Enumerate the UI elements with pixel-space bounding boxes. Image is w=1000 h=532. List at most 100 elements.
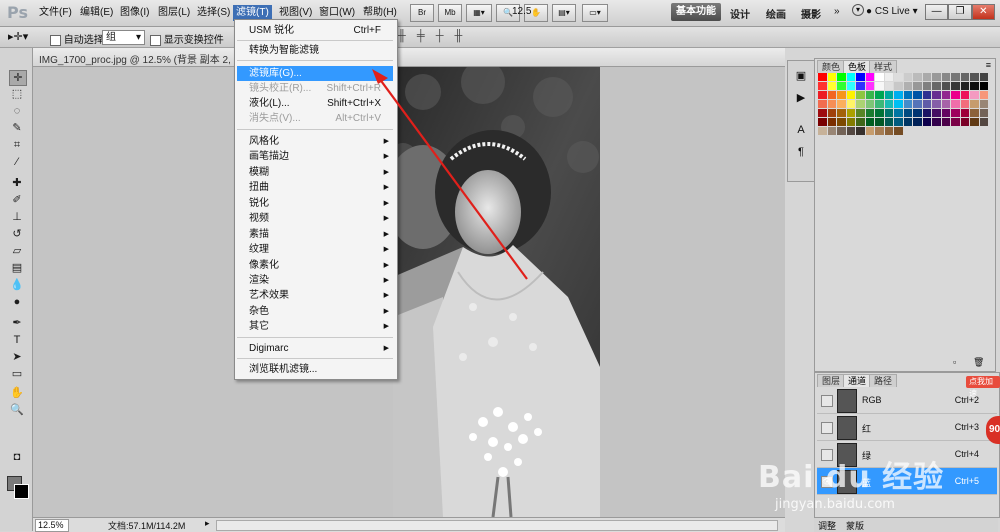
zoom-tool-icon[interactable]: 🔍 <box>9 403 25 417</box>
color-swatch[interactable] <box>846 109 856 118</box>
color-swatch[interactable] <box>875 82 885 91</box>
color-swatch[interactable] <box>903 91 913 100</box>
workspace-photography[interactable]: 摄影 <box>801 6 821 21</box>
document-tab[interactable]: IMG_1700_proc.jpg @ 12.5% (背景 副本 2, 蓝/8)… <box>33 48 785 67</box>
eyedropper-tool-icon[interactable]: ⁄ <box>9 155 25 169</box>
color-swatch[interactable] <box>913 100 923 109</box>
color-swatch[interactable] <box>856 73 866 82</box>
color-swatch[interactable] <box>837 82 847 91</box>
color-swatch[interactable] <box>884 100 894 109</box>
color-swatch[interactable] <box>941 118 951 127</box>
color-swatch[interactable] <box>818 100 828 109</box>
zoom-level[interactable]: 12.5 <box>512 6 531 17</box>
menu-file[interactable]: 文件(F) <box>36 5 75 21</box>
color-swatch[interactable] <box>865 100 875 109</box>
color-swatch[interactable] <box>875 91 885 100</box>
tab-swatches[interactable]: 色板 <box>843 60 872 73</box>
color-swatch[interactable] <box>827 73 837 82</box>
color-swatch[interactable] <box>865 118 875 127</box>
show-transform-checkbox[interactable] <box>150 34 161 46</box>
color-swatch[interactable] <box>922 91 932 100</box>
color-swatch[interactable] <box>846 73 856 82</box>
clone-stamp-tool-icon[interactable]: ⊥ <box>9 210 25 224</box>
menu-item-sharpen[interactable]: 锐化 ▶ <box>237 196 393 211</box>
channel-row-red[interactable]: 红 Ctrl+3 <box>817 414 997 441</box>
color-swatch[interactable] <box>894 118 904 127</box>
color-swatch[interactable] <box>922 82 932 91</box>
color-swatch[interactable] <box>837 73 847 82</box>
color-swatch[interactable] <box>932 73 942 82</box>
color-swatch[interactable] <box>894 82 904 91</box>
color-swatch[interactable] <box>856 127 866 136</box>
color-swatch[interactable] <box>951 100 961 109</box>
color-swatch[interactable] <box>846 127 856 136</box>
menu-item-convert-smart-filter[interactable]: 转换为智能滤镜 <box>237 43 393 58</box>
menu-item-browse-online-filters[interactable]: 浏览联机滤镜... <box>237 362 393 377</box>
menu-edit[interactable]: 编辑(E) <box>77 5 116 21</box>
color-swatch[interactable] <box>913 91 923 100</box>
eraser-tool-icon[interactable]: ▱ <box>9 244 25 258</box>
color-swatch[interactable] <box>818 91 828 100</box>
color-swatch[interactable] <box>970 118 980 127</box>
menu-item-video[interactable]: 视频 ▶ <box>237 211 393 226</box>
workspace-dropdown-icon[interactable]: ▾ <box>852 4 864 16</box>
gradient-tool-icon[interactable]: ▤ <box>9 261 25 275</box>
healing-brush-tool-icon[interactable]: ✚ <box>9 176 25 190</box>
auto-select-group-dropdown[interactable]: 组 ▾ <box>102 30 145 45</box>
color-swatch[interactable] <box>827 109 837 118</box>
color-swatch[interactable] <box>960 91 970 100</box>
color-swatch[interactable] <box>960 118 970 127</box>
color-swatch[interactable] <box>894 91 904 100</box>
quick-select-tool-icon[interactable]: ✎ <box>9 121 25 135</box>
color-swatch[interactable] <box>979 73 989 82</box>
color-swatch[interactable] <box>970 91 980 100</box>
visibility-toggle[interactable] <box>821 395 833 407</box>
workspace-painting[interactable]: 绘画 <box>766 6 786 21</box>
paragraph-panel-icon[interactable]: ¶ <box>794 145 808 159</box>
cs-live-button[interactable]: ● CS Live ▾ <box>866 6 918 17</box>
speedup-badge[interactable]: 点我加速 <box>966 376 1000 398</box>
dodge-tool-icon[interactable]: ● <box>9 295 25 309</box>
marquee-tool-icon[interactable]: ⬚ <box>9 87 25 101</box>
close-icon[interactable]: ✕ <box>971 4 995 20</box>
color-swatch[interactable] <box>837 127 847 136</box>
tab-adjustments[interactable]: 调整 <box>818 519 836 532</box>
menu-item-other[interactable]: 其它 ▶ <box>237 319 393 334</box>
color-swatch[interactable] <box>970 82 980 91</box>
delete-swatch-icon[interactable]: 🗑 <box>973 357 984 368</box>
color-swatch[interactable] <box>979 82 989 91</box>
menu-item-texture[interactable]: 纹理 ▶ <box>237 242 393 257</box>
path-select-tool-icon[interactable]: ➤ <box>9 350 25 364</box>
workspace-design[interactable]: 设计 <box>730 6 750 21</box>
color-swatch[interactable] <box>979 118 989 127</box>
color-swatch[interactable] <box>865 82 875 91</box>
menu-item-brush-strokes[interactable]: 画笔描边 ▶ <box>237 149 393 164</box>
menu-layer[interactable]: 图层(L) <box>155 5 193 21</box>
swatch-grid[interactable] <box>818 73 990 136</box>
auto-select-option[interactable]: 自动选择: <box>50 31 107 46</box>
color-swatch[interactable] <box>846 91 856 100</box>
menu-item-render[interactable]: 渲染 ▶ <box>237 273 393 288</box>
actions-panel-icon[interactable]: ▶ <box>794 91 808 105</box>
color-swatch[interactable] <box>875 73 885 82</box>
color-swatch[interactable] <box>913 118 923 127</box>
color-swatch[interactable] <box>884 73 894 82</box>
menu-item-pixelate[interactable]: 像素化 ▶ <box>237 258 393 273</box>
color-swatch[interactable] <box>951 109 961 118</box>
minimize-icon[interactable]: — <box>925 4 949 20</box>
menu-item-noise[interactable]: 杂色 ▶ <box>237 304 393 319</box>
color-swatch[interactable] <box>827 127 837 136</box>
tab-color[interactable]: 颜色 <box>817 60 846 73</box>
color-swatch[interactable] <box>827 91 837 100</box>
color-swatch[interactable] <box>875 127 885 136</box>
tab-channels[interactable]: 通道 <box>843 374 872 387</box>
menu-item-stylize[interactable]: 风格化 ▶ <box>237 134 393 149</box>
lasso-tool-icon[interactable]: ◌ <box>9 104 25 118</box>
color-swatch[interactable] <box>837 118 847 127</box>
crop-tool-icon[interactable]: ⌗ <box>9 138 25 152</box>
history-panel-icon[interactable]: ▣ <box>794 69 808 83</box>
color-swatch[interactable] <box>856 91 866 100</box>
panel-menu-icon[interactable]: ≡ <box>986 60 991 70</box>
color-swatch[interactable] <box>960 109 970 118</box>
color-swatch[interactable] <box>941 109 951 118</box>
